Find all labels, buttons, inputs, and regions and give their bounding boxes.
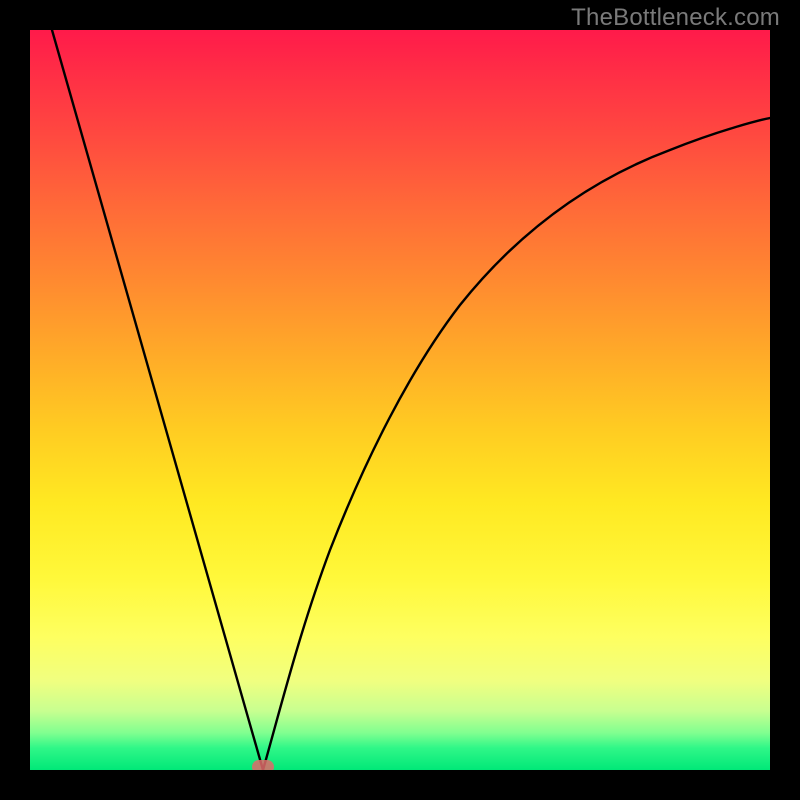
bottleneck-curve-left [52,30,263,770]
watermark-text: TheBottleneck.com [571,4,780,32]
bottleneck-curve-right [263,118,770,770]
curve-svg [30,30,770,770]
plot-area [30,30,770,770]
minimum-marker [252,760,274,770]
